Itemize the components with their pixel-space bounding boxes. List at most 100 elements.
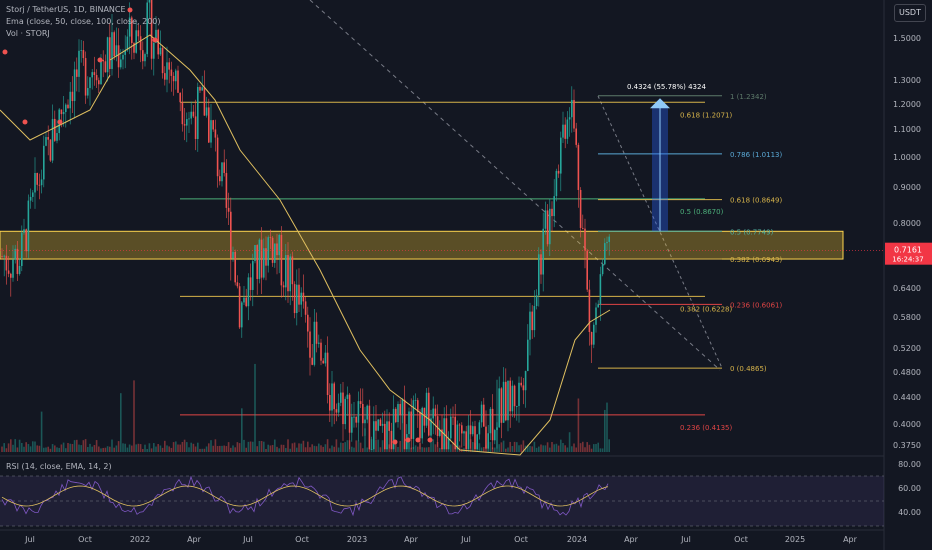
- signal-dot: [97, 57, 103, 63]
- candle-body: [247, 277, 250, 307]
- candle-body: [18, 265, 21, 274]
- time-axis-label: Jul: [24, 535, 35, 544]
- candle-body: [368, 405, 371, 450]
- candle-body: [188, 118, 190, 120]
- volume-bar: [531, 446, 533, 452]
- volume-bar: [408, 442, 410, 452]
- candle-body: [106, 37, 109, 73]
- volume-bar: [157, 444, 159, 452]
- volume-bar: [179, 444, 181, 452]
- volume-bar: [128, 444, 131, 452]
- volume-bar: [278, 448, 280, 452]
- candle-body: [419, 411, 421, 439]
- candle-body: [225, 172, 228, 208]
- currency-button[interactable]: USDT: [894, 4, 926, 22]
- candle-body: [575, 128, 577, 145]
- volume-bar: [560, 439, 562, 452]
- price-tick-label: 1.3000: [893, 76, 921, 85]
- countdown-label: 16:24:37: [892, 256, 923, 264]
- volume-bar: [254, 363, 256, 452]
- candle-body: [3, 255, 5, 257]
- volume-bar: [511, 445, 514, 452]
- volume-bar: [5, 448, 8, 452]
- fib-label: 0.618 (0.8649): [730, 197, 782, 205]
- price-tick-label: 0.5800: [893, 313, 921, 322]
- volume-bar: [3, 443, 5, 452]
- volume-bar: [487, 442, 489, 452]
- volume-bar: [381, 440, 384, 452]
- volume-bar: [155, 446, 157, 452]
- candle-body: [170, 69, 173, 76]
- candle-body: [62, 112, 65, 115]
- candle-body: [540, 254, 542, 275]
- candle-body: [60, 109, 63, 115]
- candle-body: [80, 50, 82, 51]
- volume-bar: [513, 441, 516, 452]
- candle-body: [348, 394, 351, 433]
- volume-bar: [588, 444, 591, 452]
- volume-bar: [201, 448, 203, 452]
- volume-bar: [148, 443, 151, 452]
- volume-bar: [584, 447, 586, 452]
- candle-body: [588, 289, 591, 332]
- candle-body: [408, 411, 410, 435]
- candle-body: [71, 91, 74, 102]
- volume-bar: [269, 445, 272, 452]
- volume-bar: [606, 402, 608, 452]
- signal-dot: [57, 119, 63, 125]
- volume-bar: [593, 444, 595, 452]
- volume-bar: [412, 447, 415, 452]
- volume-bar: [469, 439, 472, 452]
- candle-body: [139, 36, 142, 51]
- volume-bar: [340, 442, 342, 452]
- candle-body: [458, 424, 461, 426]
- candle-body: [278, 234, 280, 256]
- volume-bar: [36, 445, 38, 452]
- volume-bar: [80, 445, 82, 452]
- signal-dot: [415, 437, 421, 443]
- candle-body: [351, 416, 353, 433]
- volume-bar: [12, 444, 14, 452]
- volume-bar: [555, 443, 558, 452]
- candle-body: [577, 144, 580, 190]
- candle-body: [318, 342, 320, 344]
- price-chart[interactable]: 1.5000 1.3000 1.2000 1.1000 1.0000 0.9000 0.80…: [0, 0, 932, 550]
- volume-bar: [436, 442, 439, 452]
- candle-body: [546, 210, 549, 245]
- rsi-tick-label: 60.00: [898, 484, 921, 493]
- candle-body: [562, 124, 564, 138]
- candle-body: [43, 145, 45, 180]
- volume-bar: [144, 444, 146, 452]
- volume-bar: [318, 443, 320, 452]
- candle-body: [287, 255, 289, 292]
- time-axis-label: 2022: [130, 535, 150, 544]
- volume-bar: [329, 448, 331, 452]
- volume-bar: [502, 440, 505, 452]
- candle-body: [531, 311, 533, 331]
- candle-body: [243, 297, 245, 303]
- candle-body: [51, 118, 54, 161]
- volume-bar: [421, 447, 423, 452]
- volume-bar: [183, 439, 186, 452]
- volume-bar: [384, 432, 386, 452]
- volume-bar: [478, 443, 481, 452]
- volume-bar: [214, 439, 217, 452]
- volume-bar: [494, 447, 496, 452]
- volume-bar: [434, 444, 437, 452]
- candle-body: [553, 196, 555, 217]
- volume-bar: [571, 446, 573, 452]
- volume-bar: [590, 448, 593, 452]
- volume-bar: [23, 446, 25, 452]
- candle-body: [582, 227, 584, 229]
- volume-bar: [7, 443, 10, 452]
- volume-bar: [197, 442, 199, 452]
- volume-bar: [540, 444, 542, 452]
- candle-body: [1, 256, 3, 257]
- fib-label: 0 (0.4865): [730, 365, 767, 373]
- volume-bar: [483, 447, 485, 452]
- candle-body: [421, 407, 423, 439]
- volume-bar: [194, 446, 197, 452]
- candle-body: [590, 331, 593, 345]
- volume-bar: [348, 440, 351, 452]
- volume-bar: [212, 445, 214, 452]
